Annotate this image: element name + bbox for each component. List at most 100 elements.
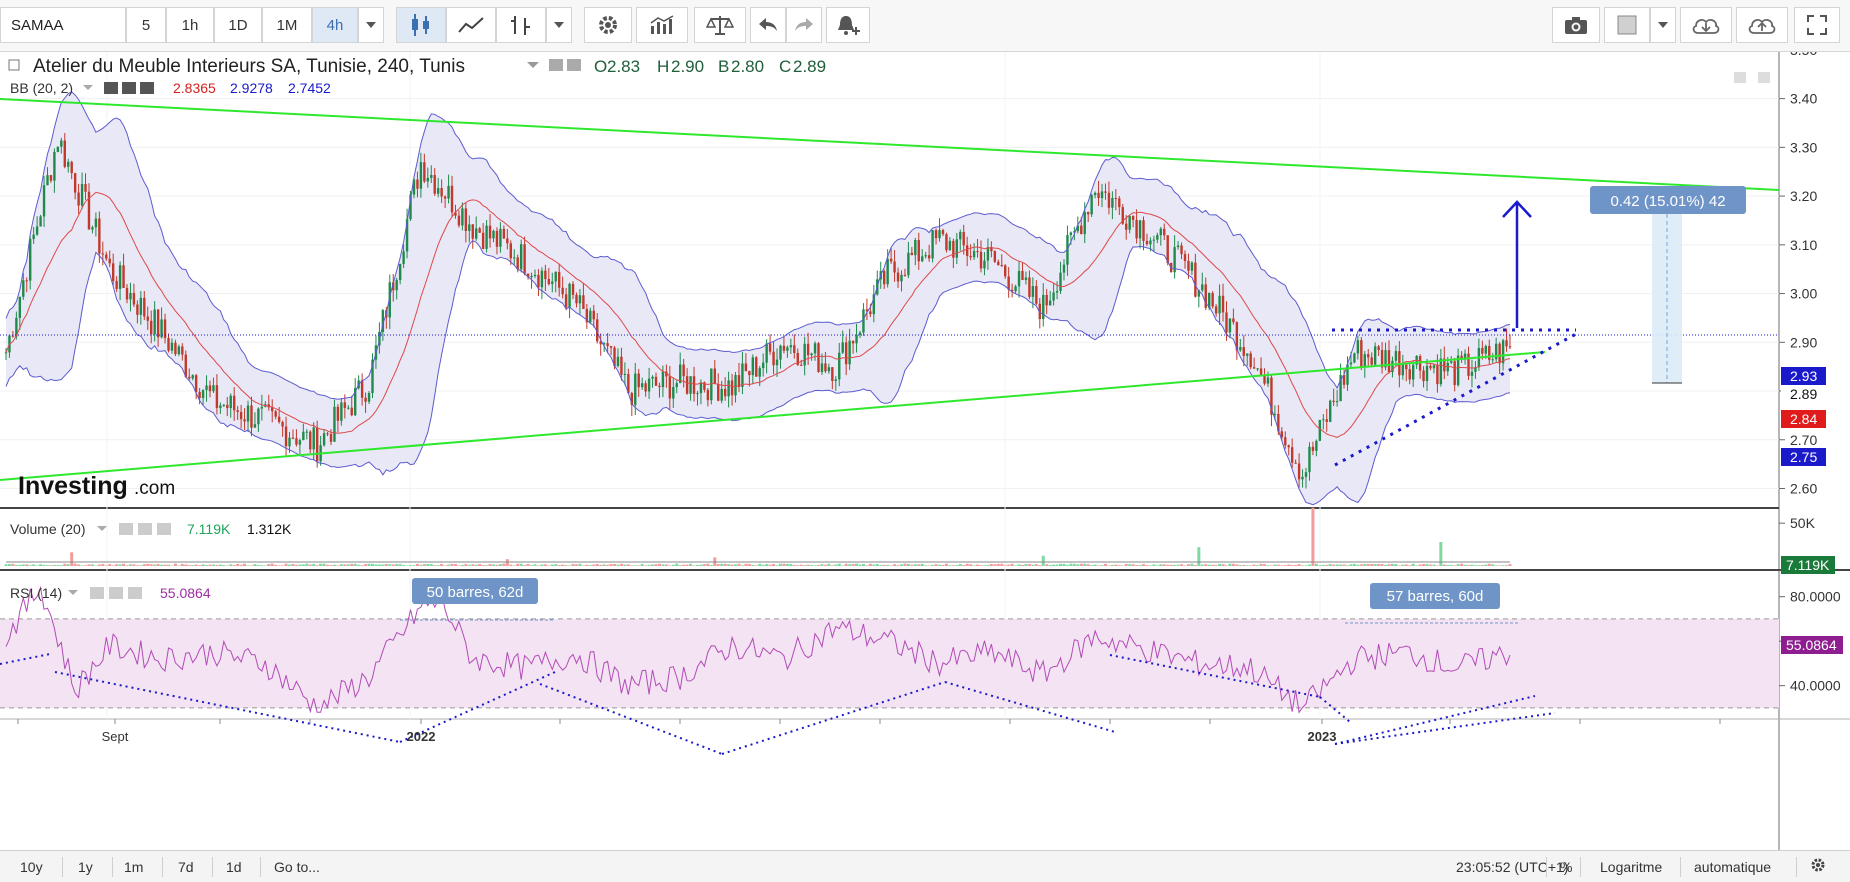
volume-bar — [370, 563, 374, 566]
candle-body — [1318, 419, 1322, 441]
candle-body — [530, 275, 533, 278]
volume-bar — [1404, 564, 1408, 566]
gear-icon[interactable] — [122, 82, 136, 94]
range-label-right[interactable]: 57 barres, 60d — [1370, 583, 1500, 609]
candle-body — [513, 257, 516, 259]
interval-1m[interactable]: 1M — [262, 7, 312, 43]
eye-icon[interactable] — [549, 59, 563, 71]
volume-bar — [1059, 563, 1063, 566]
goto-button[interactable]: Go to... — [268, 857, 326, 877]
volume-bar — [1432, 564, 1436, 566]
percent-toggle[interactable]: % — [1554, 857, 1578, 877]
scale-down-icon[interactable] — [1734, 72, 1746, 83]
volume-bar — [1276, 564, 1280, 566]
candle-body — [1294, 462, 1297, 464]
candle-body — [1080, 225, 1083, 235]
interval-1h[interactable]: 1h — [166, 7, 214, 43]
close-icon[interactable] — [128, 587, 142, 599]
chart-area[interactable]: 3.50 3.40 3.30 3.20 3.10 3.00 2.90 2.80 2.70 2.60… — [0, 42, 1850, 850]
screenshot-button[interactable] — [1552, 7, 1600, 43]
range-label-left[interactable]: 50 barres, 62d — [412, 578, 538, 604]
fullscreen-button[interactable] — [1794, 7, 1840, 43]
candle-body — [1252, 367, 1256, 369]
range-1m[interactable]: 1m — [118, 857, 149, 877]
candle-body — [924, 255, 927, 257]
auto-toggle[interactable]: automatique — [1688, 857, 1777, 877]
bar-type-button[interactable] — [496, 7, 546, 43]
candle-body — [647, 378, 651, 392]
volume-bar — [49, 565, 53, 566]
color-dropdown[interactable] — [1650, 7, 1676, 43]
close-icon[interactable] — [140, 82, 154, 94]
download-button[interactable] — [1680, 7, 1732, 43]
symbol-input[interactable]: SAMAA — [0, 7, 126, 43]
settings-button[interactable] — [1804, 857, 1832, 877]
volume-bar — [1256, 565, 1260, 566]
color-button[interactable] — [1604, 7, 1650, 43]
range-1d[interactable]: 1d — [220, 857, 248, 877]
candle-body — [277, 416, 281, 422]
range-1y[interactable]: 1y — [72, 857, 99, 877]
range-7d[interactable]: 7d — [172, 857, 200, 877]
price-chart[interactable]: 3.50 3.40 3.30 3.20 3.10 3.00 2.90 2.80 2.70 2.60… — [0, 42, 1850, 850]
undo-button[interactable] — [750, 7, 786, 43]
volume-bar — [63, 563, 67, 566]
volume-bar — [1273, 564, 1277, 566]
log-toggle[interactable]: Logaritme — [1594, 857, 1668, 877]
candle-body — [29, 239, 32, 281]
candle-body — [170, 342, 174, 351]
interval-4h[interactable]: 4h — [312, 7, 358, 43]
compare-button[interactable] — [694, 7, 746, 43]
volume-bar — [281, 565, 285, 566]
volume-bar — [122, 563, 126, 566]
redo-button[interactable] — [786, 7, 822, 43]
eye-icon[interactable] — [104, 82, 118, 94]
volume-bar — [523, 565, 527, 566]
volume-bar — [198, 565, 202, 566]
interval-5[interactable]: 5 — [126, 7, 166, 43]
volume-bar — [1221, 564, 1225, 566]
candle-body — [1367, 354, 1370, 358]
candle-body — [1308, 446, 1311, 473]
candle-body — [1135, 219, 1138, 239]
candle-body — [720, 388, 723, 401]
interval-dropdown[interactable] — [358, 7, 384, 43]
indicators-button[interactable] — [636, 7, 688, 43]
upload-button[interactable] — [1736, 7, 1788, 43]
candle-body — [824, 363, 827, 372]
rsi-zone — [0, 618, 1779, 708]
volume-bar — [80, 565, 84, 566]
candles-button[interactable] — [396, 7, 446, 43]
volume-bar — [993, 564, 997, 566]
volume-bar — [35, 565, 39, 566]
volume-bar — [1304, 565, 1308, 566]
candle-body — [1266, 377, 1270, 384]
chart-type-dropdown[interactable] — [546, 7, 572, 43]
candle-body — [914, 240, 917, 256]
volume-bar — [886, 564, 890, 566]
volume-bar — [1204, 564, 1208, 566]
candle-body — [191, 375, 194, 379]
volume-bar — [931, 564, 935, 566]
settings-button[interactable] — [584, 7, 632, 43]
alert-button[interactable] — [826, 7, 870, 43]
candle-body — [523, 244, 526, 274]
eye-icon[interactable] — [90, 587, 104, 599]
line-chart-button[interactable] — [446, 7, 496, 43]
eye-icon[interactable] — [119, 523, 133, 535]
volume-bar — [149, 564, 153, 566]
volume-bar — [554, 564, 558, 566]
range-10y[interactable]: 10y — [14, 857, 49, 877]
gear-icon[interactable] — [109, 587, 123, 599]
close-icon[interactable] — [157, 523, 171, 535]
volume-bar — [464, 564, 468, 566]
volume-bar — [395, 564, 399, 566]
volume-bar — [682, 564, 686, 566]
gear-icon[interactable] — [567, 59, 581, 71]
volume-bar — [319, 563, 323, 566]
bb-mid-value: 2.8365 — [173, 80, 216, 96]
scale-up-icon[interactable] — [1758, 72, 1770, 83]
interval-1d[interactable]: 1D — [214, 7, 262, 43]
measure-label[interactable]: 0.42 (15.01%) 42 — [1590, 186, 1746, 214]
gear-icon[interactable] — [138, 523, 152, 535]
